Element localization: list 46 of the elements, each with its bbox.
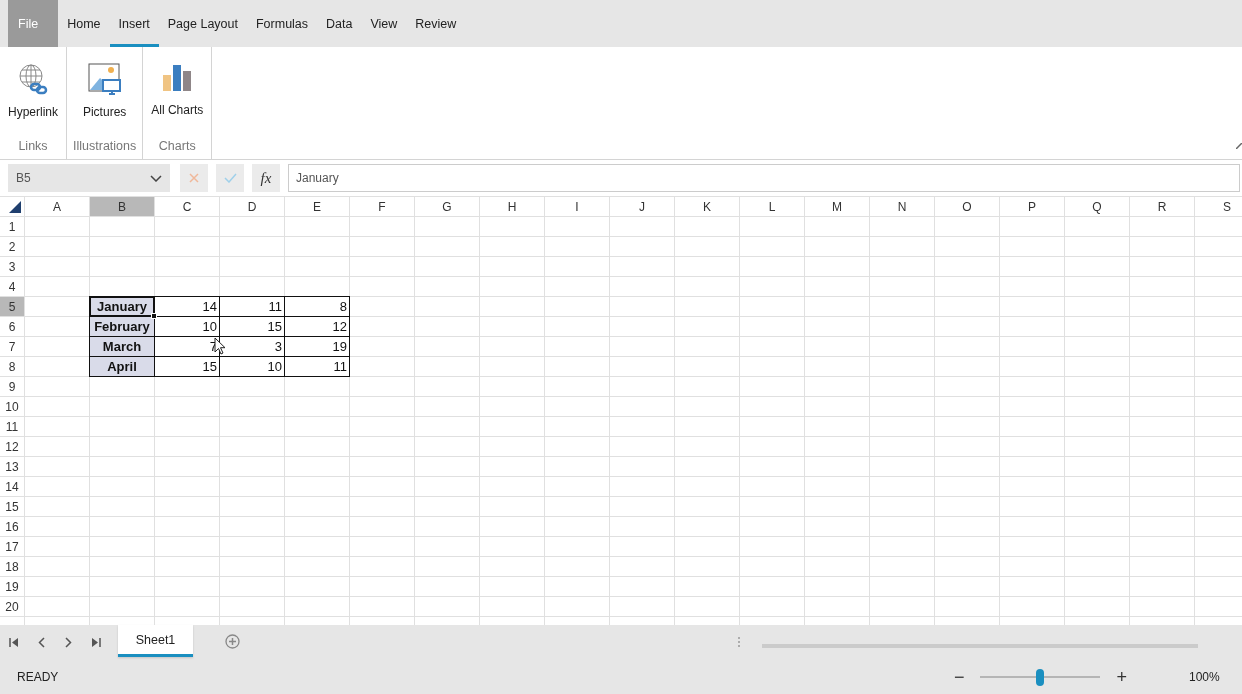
chevron-right-icon xyxy=(65,636,73,648)
ribbon-tab[interactable]: Page Layout xyxy=(158,0,247,47)
formula-field[interactable]: January xyxy=(288,164,1240,192)
chevron-down-icon xyxy=(150,174,162,182)
zoom-level-text: 100% xyxy=(1189,670,1221,684)
picture-monitor-icon xyxy=(87,63,122,95)
column-header[interactable]: B xyxy=(90,197,155,217)
ribbon-tab[interactable]: View xyxy=(361,0,407,47)
table-cell: March xyxy=(89,336,155,357)
table-cell: 11 xyxy=(284,356,350,377)
table-cell: January xyxy=(89,296,155,317)
group-label: Links xyxy=(18,139,48,153)
ribbon-button[interactable]: Hyperlink xyxy=(6,47,60,127)
ribbon-tab[interactable]: Insert xyxy=(109,0,159,47)
group-label: Charts xyxy=(158,139,196,153)
bar-chart-icon xyxy=(162,63,193,93)
plus-circle-icon xyxy=(225,634,240,649)
skip-start-icon xyxy=(9,637,19,647)
status-text: READY xyxy=(17,670,59,684)
select-all-icon[interactable] xyxy=(9,201,21,213)
zoom-out-button[interactable]: − xyxy=(953,666,965,688)
table-cell: 8 xyxy=(284,296,350,317)
group-label: Illustrations xyxy=(73,139,137,153)
table-cell: April xyxy=(89,356,155,377)
close-icon xyxy=(189,173,199,183)
ribbon-tab[interactable]: Formulas xyxy=(246,0,318,47)
ribbon-tab[interactable]: Home xyxy=(58,0,110,47)
splitter-handle-icon[interactable] xyxy=(738,637,740,647)
chevron-left-icon xyxy=(37,636,45,648)
ribbon-button[interactable]: Pictures xyxy=(80,47,129,127)
ribbon-button[interactable]: All Charts xyxy=(149,47,206,127)
zoom-in-button[interactable]: + xyxy=(1116,666,1127,688)
fill-handle[interactable] xyxy=(151,313,157,319)
collapse-icon[interactable] xyxy=(1236,143,1242,149)
name-box[interactable]: B5 xyxy=(8,164,170,192)
slider-thumb[interactable] xyxy=(1036,668,1045,686)
add-sheet-button[interactable] xyxy=(225,634,240,649)
function-button[interactable]: fx xyxy=(252,164,280,192)
mouse-pointer-icon xyxy=(214,337,226,355)
skip-end-icon xyxy=(91,637,101,647)
sheet-tab[interactable]: Sheet1 xyxy=(118,625,193,657)
ribbon-tab[interactable]: Review xyxy=(406,0,466,47)
check-icon xyxy=(223,173,237,183)
globe-link-icon xyxy=(18,63,48,95)
row-header[interactable]: 5 xyxy=(0,297,25,317)
ribbon-tab[interactable]: Data xyxy=(317,0,362,47)
